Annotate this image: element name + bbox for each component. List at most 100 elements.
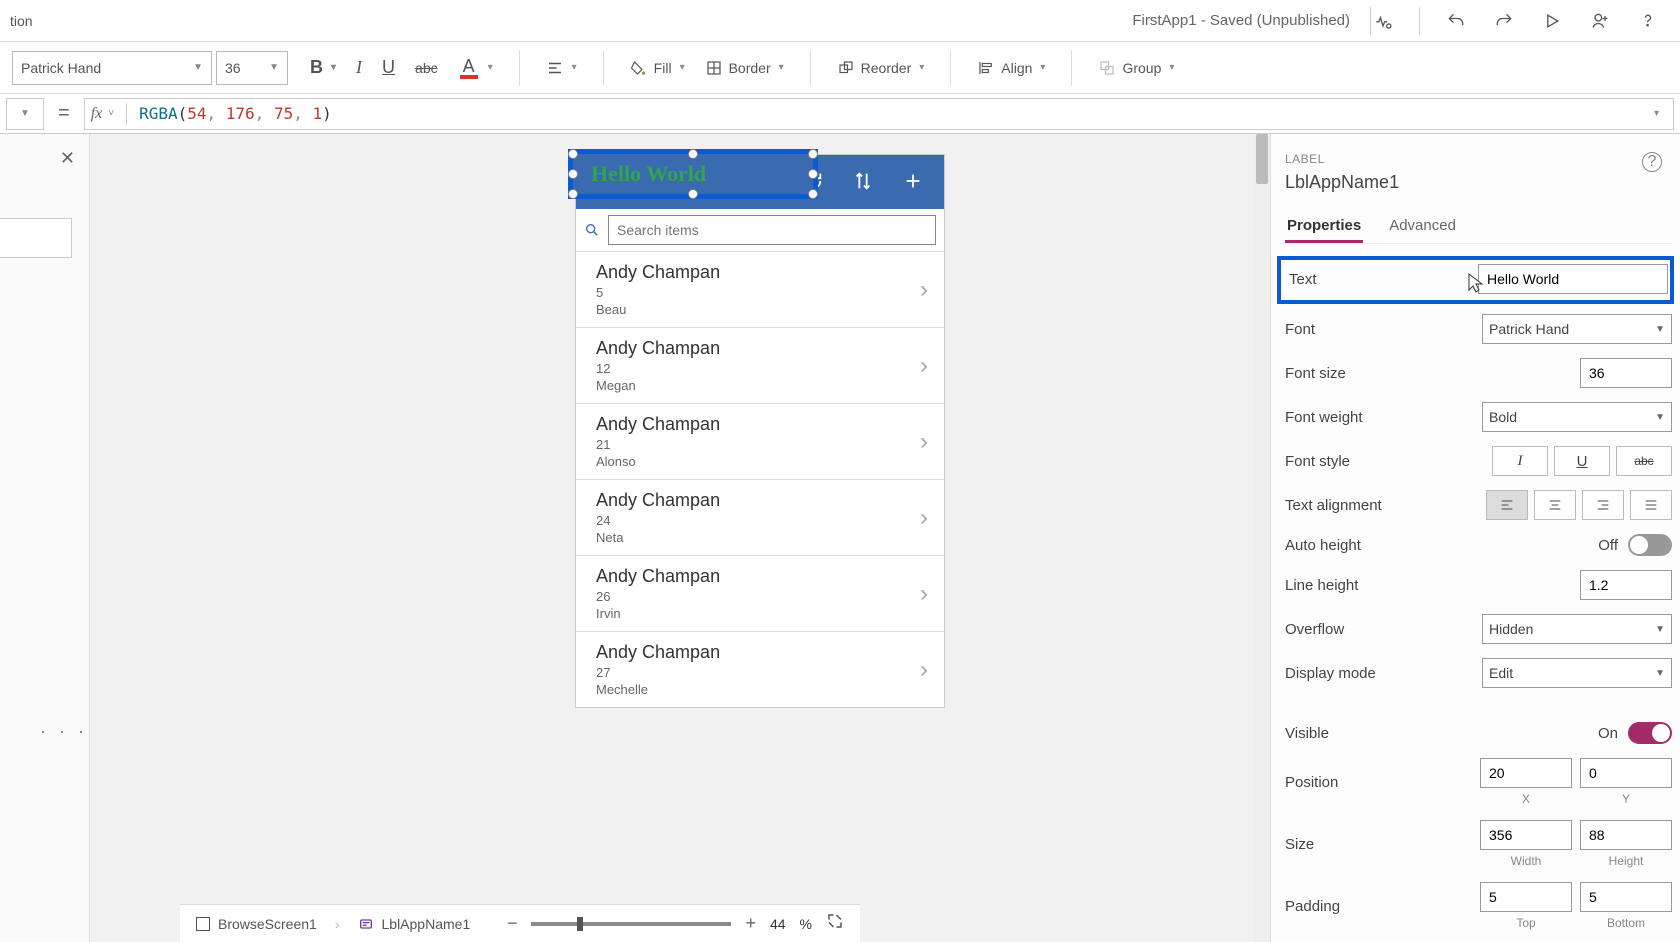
autoheight-toggle[interactable] [1628,534,1672,556]
prop-text-label: Text [1289,271,1317,288]
chevron-right-icon: › [920,580,928,608]
search-input[interactable] [608,215,936,245]
position-x-input[interactable] [1480,758,1572,788]
prop-displaymode-label: Display mode [1285,665,1376,682]
align-mini-button[interactable]: ▾ [544,55,579,81]
undo-icon[interactable] [1444,9,1468,33]
play-icon[interactable] [1540,9,1564,33]
reorder-button[interactable]: Reorder▾ [835,55,927,81]
overflow-icon[interactable]: · · · [40,721,88,742]
chevron-right-icon: › [920,352,928,380]
fx-icon: fx [91,105,103,123]
left-tree-panel: ✕ · · · [0,134,90,942]
align-justify-button[interactable] [1630,490,1672,520]
breadcrumb-screen[interactable]: BrowseScreen1 [196,916,317,932]
size-height-input[interactable] [1580,820,1672,850]
prop-text-input[interactable] [1478,264,1668,294]
underline-button[interactable]: U [380,53,397,82]
align-left-button[interactable] [1486,490,1528,520]
prop-overflow-select[interactable]: Hidden▼ [1482,614,1672,644]
health-icon[interactable] [1371,9,1395,33]
zoom-slider[interactable] [531,922,731,926]
prop-autoheight-label: Auto height [1285,537,1361,554]
prop-font-select[interactable]: Patrick Hand▼ [1482,314,1672,344]
list-item[interactable]: Andy Champan24Neta› [576,479,944,555]
selected-label-control[interactable]: Hello World [568,149,818,199]
search-icon [584,222,600,238]
fontstyle-strike-button[interactable]: abc [1616,446,1672,476]
border-button[interactable]: Border▾ [703,55,786,81]
formula-text: RGBA(54, 176, 75, 1) [139,104,332,123]
expand-formula-icon[interactable]: ▾ [1646,108,1667,119]
font-size-combo[interactable]: 36 ▼ [216,51,288,85]
strikethrough-button[interactable]: abc [413,56,440,80]
font-size-value: 36 [225,60,241,76]
help-icon[interactable] [1636,9,1660,33]
prop-fontstyle-label: Font style [1285,453,1350,470]
separator [1419,7,1420,35]
panel-help-icon[interactable]: ? [1642,152,1662,172]
list-item[interactable]: Andy Champan27Mechelle› [576,631,944,707]
group-button: Group▾ [1096,55,1176,81]
italic-button[interactable]: I [354,53,364,82]
app-header: Hello World [576,155,944,209]
equals-sign: = [52,102,76,125]
formula-input[interactable]: fx ˅ RGBA(54, 176, 75, 1) ▾ [84,98,1674,130]
list-item[interactable]: Andy Champan5Beau› [576,251,944,327]
padding-top-input[interactable] [1480,882,1572,912]
align-right-button[interactable] [1582,490,1624,520]
zoom-out-button[interactable]: − [507,913,518,934]
font-name-combo[interactable]: Patrick Hand ▼ [12,51,212,85]
prop-position-label: Position [1285,774,1338,791]
fontstyle-underline-button[interactable]: U [1554,446,1610,476]
prop-autoheight-value: Off [1598,537,1618,554]
padding-bottom-input[interactable] [1580,882,1672,912]
fontstyle-italic-button[interactable]: I [1492,446,1548,476]
fullscreen-icon[interactable] [826,912,844,935]
font-color-button[interactable]: A▾ [456,53,495,83]
chevron-right-icon: › [920,428,928,456]
close-icon[interactable]: ✕ [60,148,75,169]
share-icon[interactable] [1588,9,1612,33]
properties-panel: LABEL LblAppName1 ? Properties Advanced … [1270,134,1680,942]
partial-title: tion [10,13,33,29]
status-bar: BrowseScreen1 › LblAppName1 − + 44 % [180,904,860,942]
prop-displaymode-select[interactable]: Edit▼ [1482,658,1672,688]
font-name-value: Patrick Hand [21,60,101,76]
device-preview: Hello World Andy Champan5Beau›Andy Champ… [575,154,945,708]
fill-button[interactable]: Fill▾ [628,55,687,81]
prop-lineheight-input[interactable] [1580,570,1672,600]
search-tree-input[interactable] [0,218,72,258]
zoom-percent-suffix: % [800,916,812,932]
zoom-in-button[interactable]: + [745,913,756,934]
control-name: LblAppName1 [1285,172,1672,193]
prop-fontweight-select[interactable]: Bold▼ [1482,402,1672,432]
design-canvas[interactable]: Hello World Andy Champan5Beau›Andy Champ… [90,134,1270,942]
position-y-input[interactable] [1580,758,1672,788]
formula-bar: ▼ = fx ˅ RGBA(54, 176, 75, 1) ▾ [0,94,1680,134]
add-icon[interactable] [902,170,924,195]
align-center-button[interactable] [1534,490,1576,520]
sort-icon[interactable] [852,170,874,195]
list-item[interactable]: Andy Champan26Irvin› [576,555,944,631]
zoom-percent: 44 [770,916,786,932]
align-button[interactable]: Align▾ [975,55,1047,81]
bold-button[interactable]: B▾ [308,53,338,82]
redo-icon[interactable] [1492,9,1516,33]
tab-advanced[interactable]: Advanced [1387,211,1458,243]
visible-toggle[interactable] [1628,722,1672,744]
property-dropdown[interactable]: ▼ [6,98,44,130]
tab-properties[interactable]: Properties [1285,211,1363,243]
prop-textalign-label: Text alignment [1285,497,1382,514]
size-width-input[interactable] [1480,820,1572,850]
list-item[interactable]: Andy Champan21Alonso› [576,403,944,479]
list-item[interactable]: Andy Champan12Megan› [576,327,944,403]
prop-overflow-label: Overflow [1285,621,1344,638]
control-type-label: LABEL [1285,152,1672,166]
prop-fontsize-input[interactable] [1580,358,1672,388]
prop-padding-label: Padding [1285,898,1340,915]
vertical-scrollbar[interactable] [1254,134,1270,942]
breadcrumb-control[interactable]: LblAppName1 [358,916,471,932]
label-text: Hello World [591,161,706,187]
prop-fontsize-label: Font size [1285,365,1346,382]
